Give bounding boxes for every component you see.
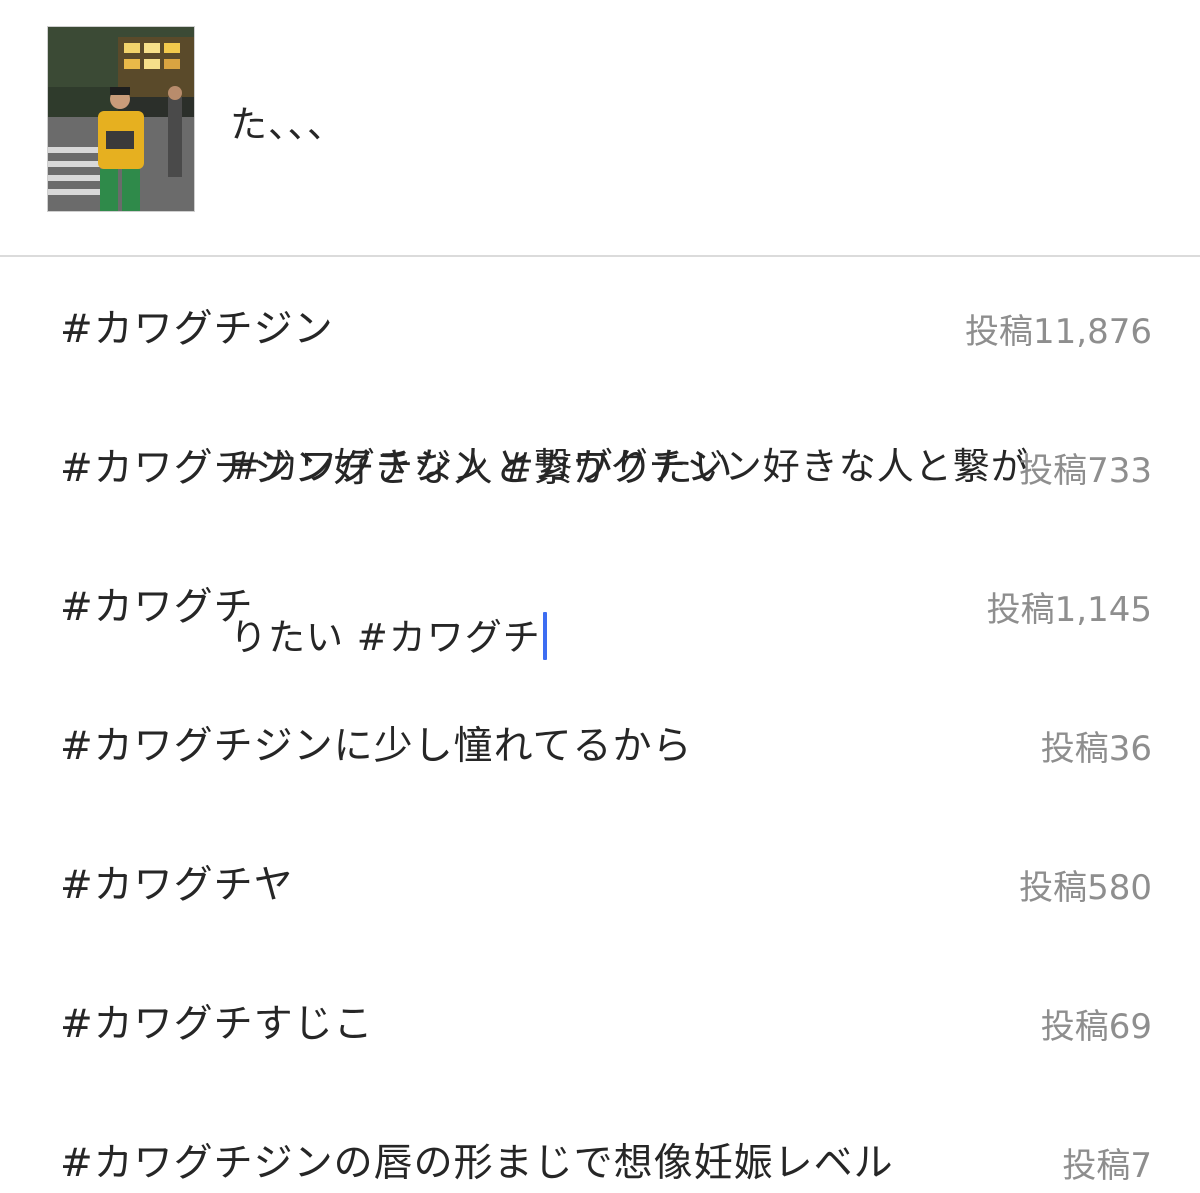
post-count: 投稿36	[1040, 729, 1152, 769]
hashtag-suggestion-item[interactable]: #カワグチジン好きな人と繋がりたい 投稿733	[0, 397, 1200, 536]
hashtag-suggestion-list: #カワグチジン 投稿11,876 #カワグチジン好きな人と繋がりたい 投稿733…	[0, 258, 1200, 1193]
post-count: 投稿580	[1019, 868, 1152, 908]
post-thumbnail[interactable]	[47, 26, 195, 212]
hashtag-label: #カワグチ	[60, 585, 254, 630]
divider	[0, 255, 1200, 257]
hashtag-label: #カワグチジン好きな人と繋がりたい	[60, 446, 734, 491]
hashtag-suggestion-item[interactable]: #カワグチすじこ 投稿69	[0, 953, 1200, 1092]
hashtag-suggestion-item[interactable]: #カワグチジンに少し憧れてるから 投稿36	[0, 675, 1200, 814]
hashtag-suggestion-item[interactable]: #カワグチ 投稿1,145	[0, 536, 1200, 675]
hashtag-label: #カワグチジン	[60, 307, 334, 352]
hashtag-suggestion-item[interactable]: #カワグチジンの唇の形まじで想像妊娠レベル 投稿7	[0, 1092, 1200, 1193]
hashtag-label: #カワグチヤ	[60, 863, 294, 908]
post-count: 投稿11,876	[965, 312, 1152, 352]
post-count: 投稿7	[1062, 1146, 1152, 1186]
hashtag-suggestion-item[interactable]: #カワグチヤ 投稿580	[0, 814, 1200, 953]
post-count: 投稿733	[1019, 451, 1152, 491]
hashtag-label: #カワグチジンに少し憧れてるから	[60, 724, 693, 769]
caption-line: た、、、	[230, 103, 345, 146]
caption-composer: た、、、 #カワグチジン #カワグチジン好きな人と繋が りたい #カワグチ	[0, 0, 1200, 660]
hashtag-label: #カワグチジンの唇の形まじで想像妊娠レベル	[60, 1141, 894, 1186]
post-photo-image	[48, 27, 194, 211]
post-count: 投稿69	[1040, 1007, 1152, 1047]
hashtag-suggestion-item[interactable]: #カワグチジン 投稿11,876	[0, 258, 1200, 397]
hashtag-label: #カワグチすじこ	[60, 1002, 374, 1047]
post-count: 投稿1,145	[986, 590, 1152, 630]
